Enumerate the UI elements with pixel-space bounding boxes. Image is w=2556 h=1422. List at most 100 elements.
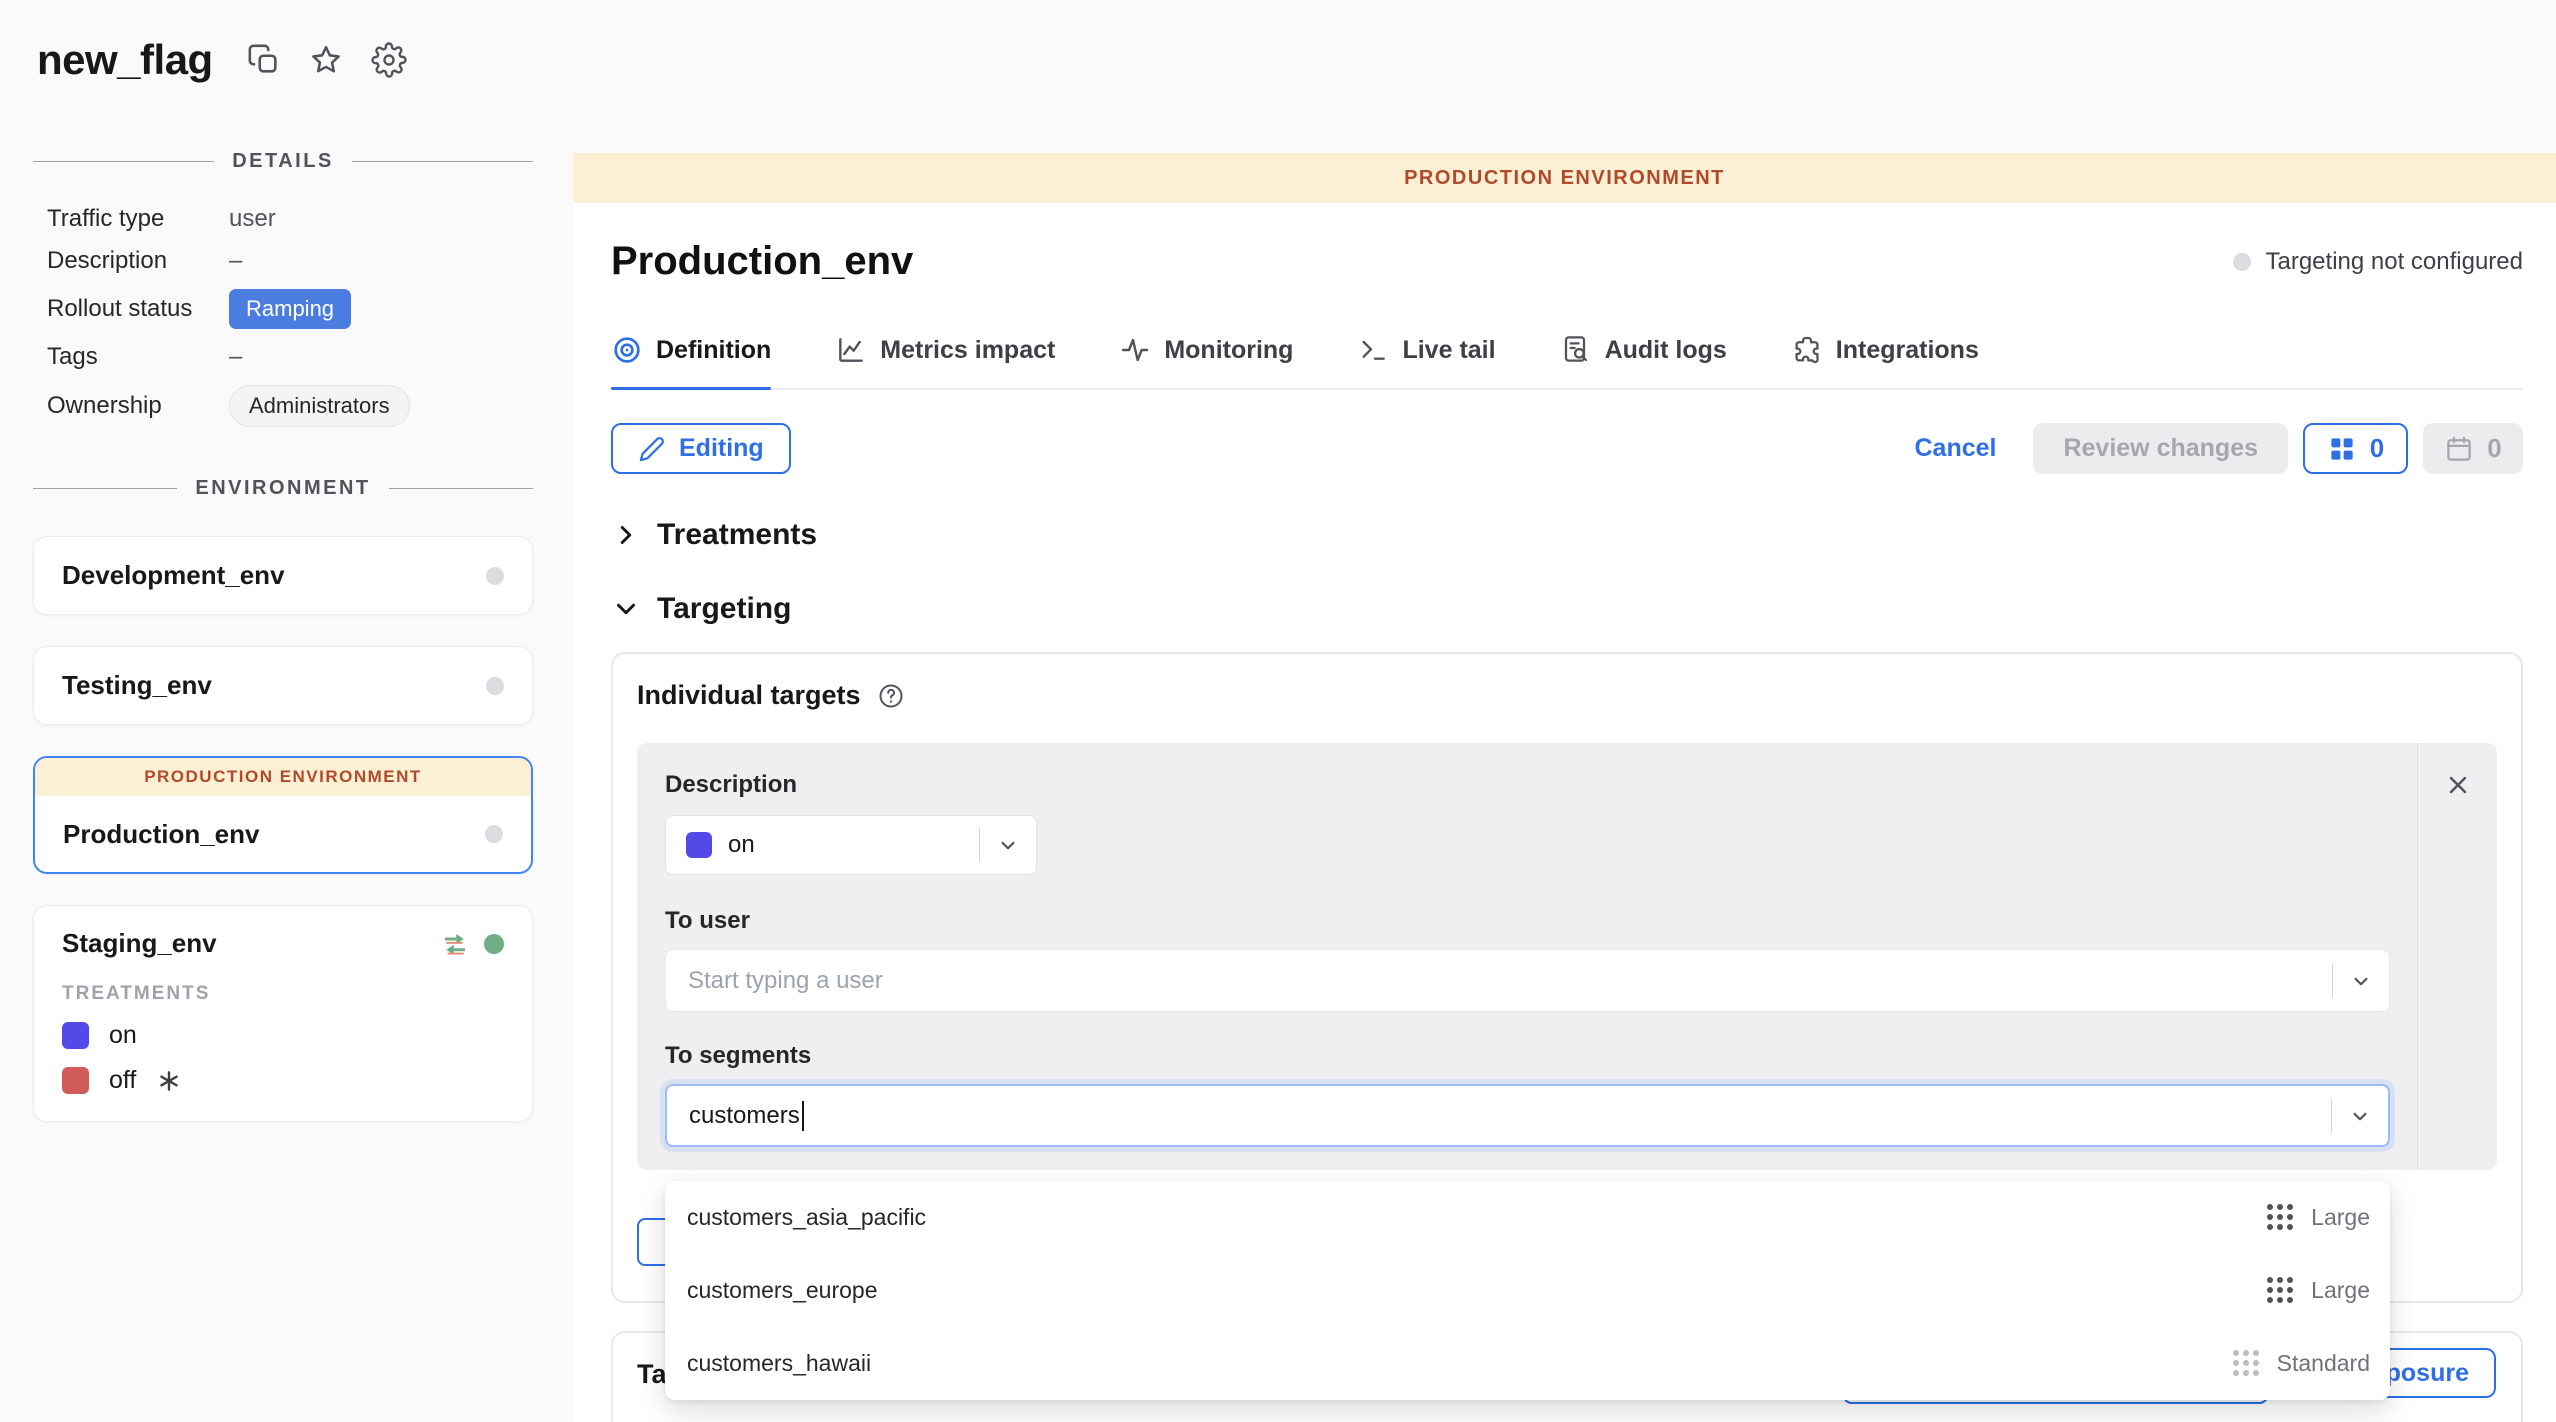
review-changes-button[interactable]: Review changes	[2033, 423, 2288, 474]
segment-size-label: Large	[2311, 1277, 2370, 1304]
large-segment-icon	[2267, 1204, 2295, 1232]
calendar-icon	[2444, 434, 2474, 464]
editing-button[interactable]: Editing	[611, 423, 791, 474]
detail-value: –	[229, 247, 242, 275]
treatments-section-toggle[interactable]: Treatments	[611, 518, 2523, 552]
detail-row-tags: Tags –	[47, 343, 533, 371]
detail-row-description: Description –	[47, 247, 533, 275]
env-name: Staging_env	[62, 928, 217, 959]
tab-monitoring[interactable]: Monitoring	[1119, 334, 1293, 388]
env-card-production[interactable]: PRODUCTION ENVIRONMENT Production_env	[33, 756, 533, 874]
default-treatment-asterisk-icon	[156, 1068, 182, 1094]
env-name: Testing_env	[62, 670, 212, 701]
grid-icon	[2327, 434, 2357, 464]
detail-row-rollout-status: Rollout status Ramping	[47, 289, 533, 329]
treatment-on-row: on	[62, 1021, 504, 1050]
production-environment-label: PRODUCTION ENVIRONMENT	[35, 758, 531, 796]
chevron-down-icon	[611, 594, 641, 624]
to-segments-input[interactable]: customers	[665, 1084, 2390, 1147]
treatment-on-swatch	[62, 1022, 89, 1049]
transfer-arrows-icon	[440, 929, 470, 959]
env-status-dot	[486, 567, 504, 585]
definition-icon	[611, 334, 643, 366]
environment-title: Production_env	[611, 239, 913, 284]
detail-label: Ownership	[47, 392, 229, 420]
env-card-development[interactable]: Development_env	[33, 536, 533, 615]
env-active-dot	[484, 934, 504, 954]
targeting-status-dot	[2233, 253, 2251, 271]
chevron-down-icon[interactable]	[980, 832, 1036, 858]
rollout-status-badge: Ramping	[229, 289, 351, 329]
segment-option-asia-pacific[interactable]: customers_asia_pacific Large	[665, 1181, 2390, 1254]
environment-section-header: ENVIRONMENT	[33, 477, 533, 500]
env-status-dot	[486, 677, 504, 695]
detail-label: Traffic type	[47, 205, 229, 233]
tab-bar: Definition Metrics impact Monitoring	[611, 334, 2523, 390]
targeting-section-toggle[interactable]: Targeting	[611, 592, 2523, 626]
standard-segment-icon	[2233, 1350, 2261, 1378]
chevron-down-icon[interactable]	[2332, 1103, 2388, 1129]
treatments-label: TREATMENTS	[62, 983, 504, 1005]
remove-target-button[interactable]	[2444, 771, 2472, 799]
description-label: Description	[665, 771, 2390, 799]
segment-size-label: Large	[2311, 1204, 2370, 1231]
env-name: Development_env	[62, 560, 285, 591]
treatment-on-name: on	[109, 1021, 137, 1050]
segment-size-label: Standard	[2277, 1350, 2370, 1377]
tab-audit-logs[interactable]: Audit logs	[1560, 334, 1727, 388]
help-icon[interactable]	[877, 682, 905, 710]
puzzle-icon	[1791, 334, 1823, 366]
env-status-dot	[485, 825, 503, 843]
to-user-placeholder: Start typing a user	[688, 967, 2332, 995]
segments-dropdown: customers_asia_pacific Large customers_e…	[665, 1181, 2390, 1400]
audit-log-icon	[1560, 334, 1592, 366]
detail-row-ownership: Ownership Administrators	[47, 385, 533, 427]
to-user-input[interactable]: Start typing a user	[665, 949, 2390, 1012]
sidebar: DETAILS Traffic type user Description – …	[33, 150, 533, 1153]
schedule-count-button[interactable]: 0	[2423, 423, 2523, 474]
detail-label: Tags	[47, 343, 229, 371]
gear-icon[interactable]	[371, 42, 407, 78]
metrics-chart-icon	[835, 334, 867, 366]
treatment-off-row: off	[62, 1066, 504, 1095]
details-list: Traffic type user Description – Rollout …	[33, 205, 533, 427]
cancel-button[interactable]: Cancel	[1914, 434, 1996, 463]
copy-icon[interactable]	[247, 43, 281, 77]
large-segment-icon	[2267, 1277, 2295, 1305]
tab-metrics-impact[interactable]: Metrics impact	[835, 334, 1055, 388]
star-icon[interactable]	[309, 43, 343, 77]
tab-live-tail[interactable]: Live tail	[1357, 334, 1495, 388]
pencil-icon	[638, 435, 666, 463]
page-title: new_flag	[37, 36, 213, 84]
flag-header: new_flag	[37, 36, 407, 84]
terminal-icon	[1357, 334, 1389, 366]
treatment-off-swatch	[62, 1067, 89, 1094]
chevron-right-icon	[611, 520, 641, 550]
production-environment-banner: PRODUCTION ENVIRONMENT	[573, 153, 2556, 203]
detail-value: –	[229, 343, 242, 371]
segment-option-europe[interactable]: customers_europe Large	[665, 1254, 2390, 1327]
segment-option-hawaii[interactable]: customers_hawaii Standard	[665, 1327, 2390, 1400]
tab-integrations[interactable]: Integrations	[1791, 334, 1979, 388]
chevron-down-icon[interactable]	[2333, 968, 2389, 994]
targeting-rules-heading-partial: Ta	[637, 1359, 667, 1389]
treatment-off-name: off	[109, 1066, 136, 1095]
env-name: Production_env	[63, 819, 259, 850]
detail-value: user	[229, 205, 276, 233]
to-user-label: To user	[665, 907, 2390, 935]
env-card-testing[interactable]: Testing_env	[33, 646, 533, 725]
tab-definition[interactable]: Definition	[611, 334, 771, 388]
detail-label: Description	[47, 247, 229, 275]
pulse-icon	[1119, 334, 1151, 366]
treatment-select[interactable]: on	[665, 815, 1037, 875]
env-card-staging[interactable]: Staging_env TREATMENTS on	[33, 905, 533, 1122]
environment-heading: ENVIRONMENT	[195, 477, 370, 500]
treatment-on-swatch	[686, 832, 712, 858]
text-caret	[802, 1101, 804, 1131]
changes-count-button[interactable]: 0	[2303, 423, 2408, 474]
individual-target-rule: Description on To user Start typing a us…	[637, 743, 2497, 1170]
treatment-select-value: on	[728, 831, 979, 859]
actions-row: Editing Cancel Review changes 0	[611, 423, 2523, 474]
details-heading: DETAILS	[232, 150, 334, 173]
to-segments-value: customers	[689, 1102, 800, 1130]
